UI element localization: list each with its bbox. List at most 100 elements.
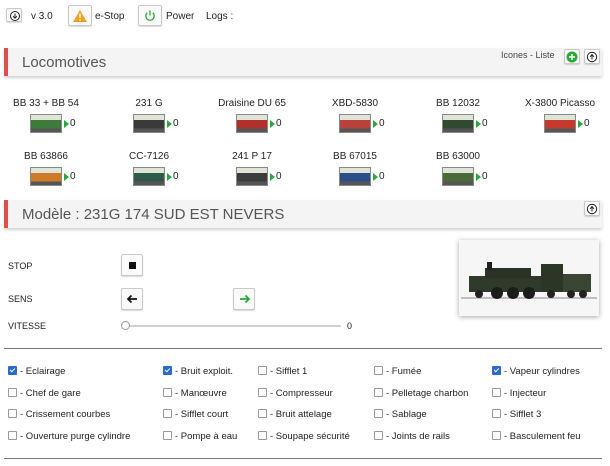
locomotive-name: BB 63866	[24, 151, 68, 162]
locomotive-thumbnail[interactable]	[236, 167, 268, 186]
function-option[interactable]: - Vapeur cylindres	[492, 365, 580, 377]
function-checkbox[interactable]	[492, 430, 501, 440]
locomotive-count: 0	[173, 171, 179, 182]
locomotive-card[interactable]: CC-7126 0	[99, 151, 199, 191]
function-checkbox[interactable]	[8, 430, 17, 440]
function-checkbox[interactable]	[258, 430, 267, 440]
locomotive-thumbnail[interactable]	[339, 167, 371, 186]
speed-slider-thumb[interactable]	[121, 321, 130, 330]
function-option[interactable]: - Ouverture purge cylindre	[8, 430, 130, 442]
locomotive-count: 0	[276, 171, 282, 182]
function-option[interactable]: - Soupape sécurité	[258, 430, 350, 442]
vitesse-label: VITESSE	[8, 321, 47, 331]
function-option[interactable]: - Manœuvre	[163, 387, 227, 399]
stop-button[interactable]	[121, 254, 143, 276]
function-checkbox[interactable]	[374, 387, 383, 397]
function-checkbox[interactable]	[258, 387, 267, 397]
locomotive-thumbnail[interactable]	[133, 167, 165, 186]
function-checkbox[interactable]	[374, 365, 383, 375]
function-option[interactable]: - Eclairage	[8, 365, 65, 377]
function-checkbox[interactable]	[492, 408, 501, 418]
estop-button[interactable]	[68, 5, 92, 26]
locomotive-count: 0	[482, 171, 488, 182]
speed-slider[interactable]	[121, 320, 341, 332]
function-option[interactable]: - Sifflet 1	[258, 365, 307, 377]
function-checkbox[interactable]	[8, 365, 17, 375]
function-checkbox[interactable]	[492, 387, 501, 397]
locomotive-card[interactable]: XBD-5830 0	[305, 98, 405, 138]
function-checkbox[interactable]	[258, 408, 267, 418]
estop-label: e-Stop	[95, 11, 125, 22]
function-option[interactable]: - Sifflet 3	[492, 408, 541, 420]
collapse-model-button[interactable]	[584, 201, 600, 216]
function-option[interactable]: - Bruit exploit.	[163, 365, 234, 377]
function-option[interactable]: - Sifflet court	[163, 408, 229, 420]
function-option[interactable]: - Injecteur	[492, 387, 547, 399]
version-label: v 3.0	[31, 11, 53, 22]
download-button[interactable]	[6, 8, 22, 22]
function-checkbox[interactable]	[374, 430, 383, 440]
function-label: - Bruit exploit.	[175, 366, 234, 377]
locomotive-card[interactable]: 231 G 0	[99, 98, 199, 138]
function-label: - Basculement feu	[504, 431, 581, 442]
model-title: Modèle : 231G 174 SUD EST NEVERS	[22, 206, 285, 223]
function-option[interactable]: - Chef de gare	[8, 387, 81, 399]
function-option[interactable]: - Crissement courbes	[8, 408, 110, 420]
locomotive-card[interactable]: X-3800 Picasso 0	[510, 98, 610, 138]
function-option[interactable]: - Joints de rails	[374, 430, 450, 442]
locomotive-card[interactable]: BB 67015 0	[305, 151, 405, 191]
power-button[interactable]	[138, 5, 162, 26]
locomotive-card[interactable]: BB 12032 0	[408, 98, 508, 138]
function-checkbox[interactable]	[163, 430, 172, 440]
function-option[interactable]: - Fumée	[374, 365, 421, 377]
locomotive-card[interactable]: 241 P 17 0	[202, 151, 302, 191]
locomotive-thumbnail[interactable]	[339, 114, 371, 133]
function-label: - Chef de gare	[20, 388, 81, 399]
function-option[interactable]: - Compresseur	[258, 387, 333, 399]
locomotive-thumbnail[interactable]	[133, 114, 165, 133]
locomotive-name: Draisine DU 65	[218, 98, 286, 109]
locomotive-thumbnail[interactable]	[544, 114, 576, 133]
function-option[interactable]: - Sablage	[374, 408, 427, 420]
function-option[interactable]: - Pompe à eau	[163, 430, 237, 442]
locomotives-header: Locomotives Icones - Liste	[4, 48, 602, 76]
play-arrow-icon	[476, 173, 481, 181]
locomotive-thumbnail[interactable]	[30, 167, 62, 186]
function-label: - Sablage	[386, 409, 427, 420]
play-arrow-icon	[270, 120, 275, 128]
function-option[interactable]: - Pelletage charbon	[374, 387, 469, 399]
reverse-button[interactable]	[121, 288, 143, 310]
locomotive-thumbnail[interactable]	[442, 114, 474, 133]
function-label: - Injecteur	[504, 388, 547, 399]
locomotive-card[interactable]: BB 63866 0	[0, 151, 96, 191]
collapse-locomotives-button[interactable]	[584, 49, 600, 64]
locomotive-thumbnail[interactable]	[236, 114, 268, 133]
function-option[interactable]: - Basculement feu	[492, 430, 581, 442]
locomotive-name: BB 63000	[436, 151, 480, 162]
function-checkbox[interactable]	[8, 387, 17, 397]
function-checkbox[interactable]	[374, 408, 383, 418]
locomotive-card[interactable]: BB 63000 0	[408, 151, 508, 191]
forward-button[interactable]	[233, 288, 255, 310]
function-checkbox[interactable]	[492, 365, 501, 375]
function-checkbox[interactable]	[163, 365, 172, 375]
view-toggle-link[interactable]: Icones - Liste	[501, 50, 555, 60]
stop-label: STOP	[8, 261, 33, 271]
function-checkbox[interactable]	[258, 365, 267, 375]
locomotive-card[interactable]: Draisine DU 65 0	[202, 98, 302, 138]
function-label: - Pelletage charbon	[386, 388, 469, 399]
locomotive-thumbnail[interactable]	[442, 167, 474, 186]
function-checkbox[interactable]	[8, 408, 17, 418]
locomotive-count: 0	[173, 118, 179, 129]
add-locomotive-button[interactable]	[564, 49, 580, 64]
play-arrow-icon	[64, 120, 69, 128]
function-label: - Sifflet court	[175, 409, 229, 420]
function-option[interactable]: - Bruit attelage	[258, 408, 332, 420]
function-checkbox[interactable]	[163, 387, 172, 397]
function-checkbox[interactable]	[163, 408, 172, 418]
locomotive-name: CC-7126	[128, 151, 170, 162]
locomotive-count: 0	[482, 118, 488, 129]
locomotive-card[interactable]: BB 33 + BB 54 0	[0, 98, 96, 138]
play-arrow-icon	[64, 173, 69, 181]
locomotive-thumbnail[interactable]	[30, 114, 62, 133]
